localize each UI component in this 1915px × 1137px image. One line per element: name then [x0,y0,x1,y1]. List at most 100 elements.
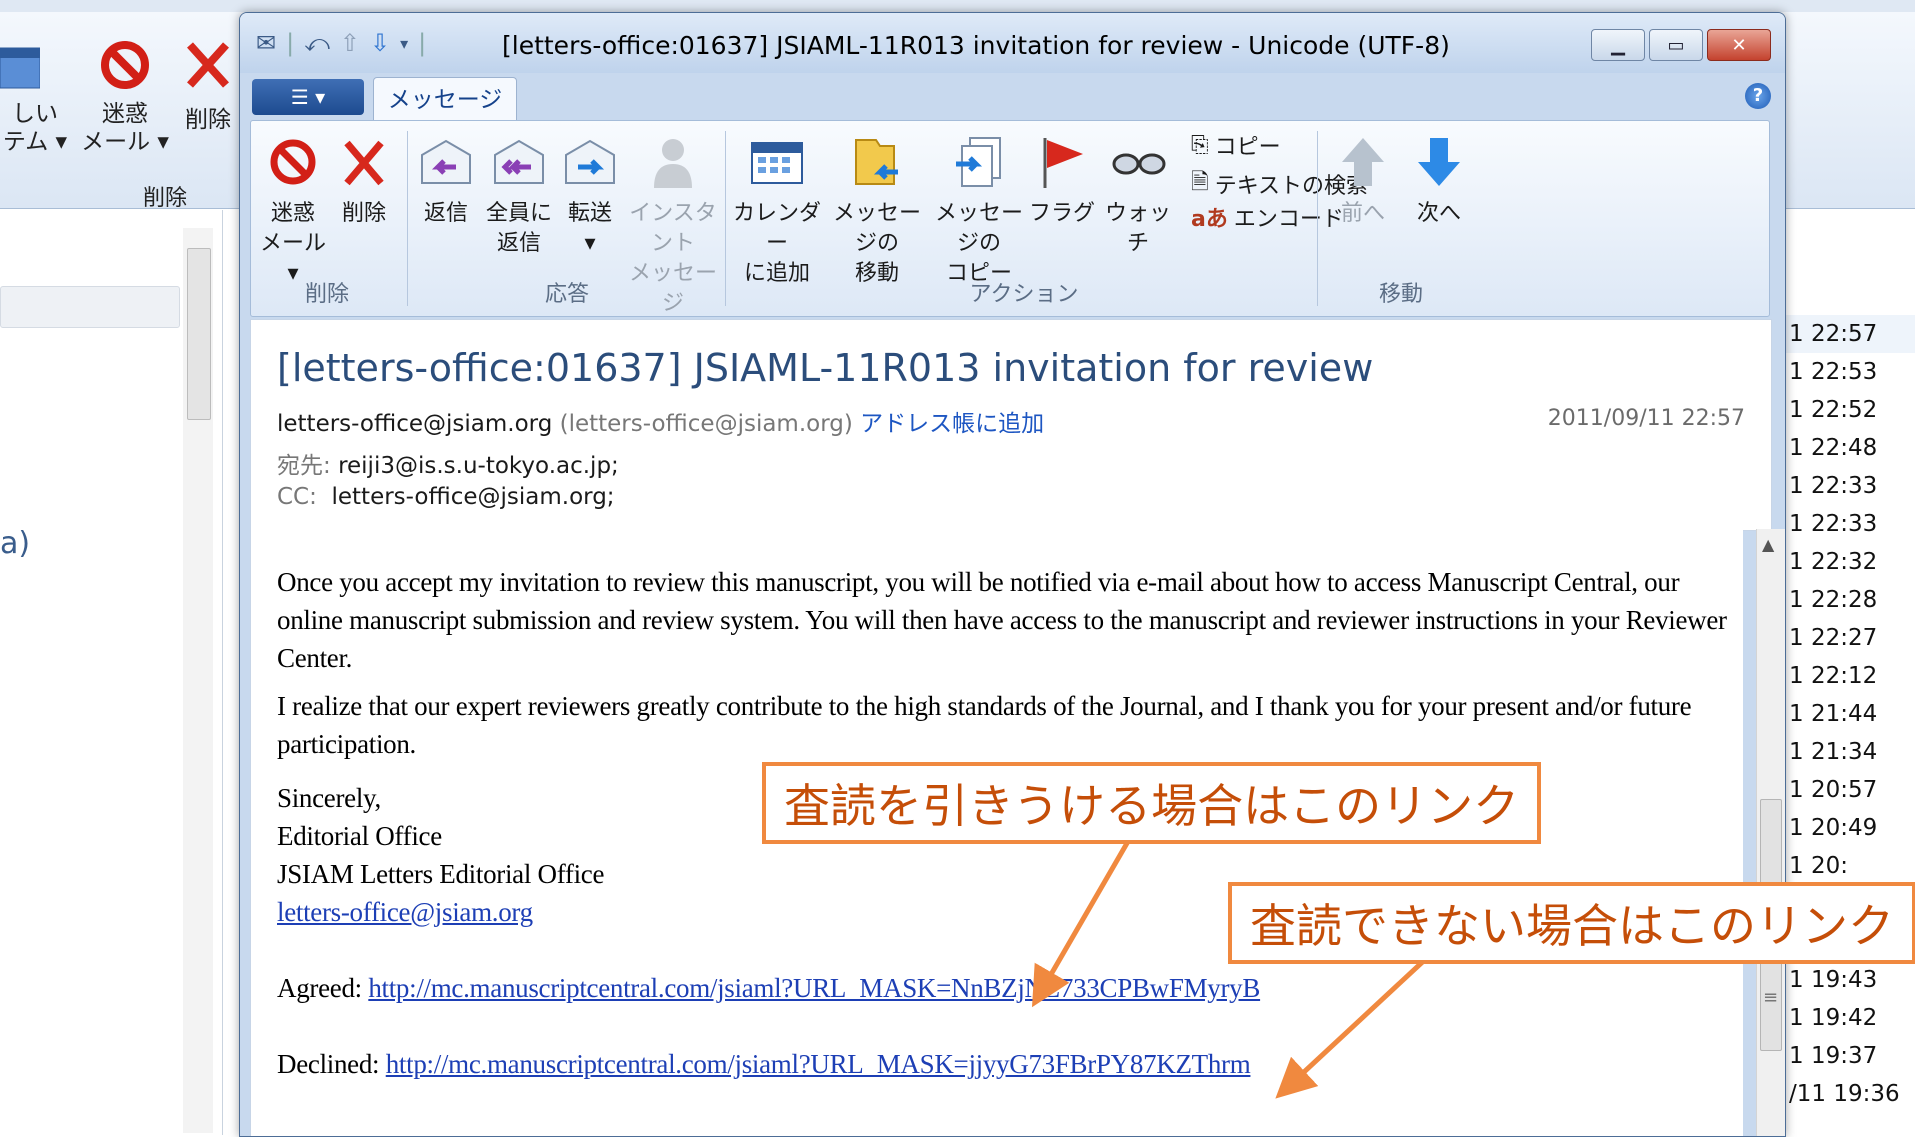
previous-button[interactable]: 前へ [1325,125,1401,229]
message-list-row[interactable]: 1 22:32 [1771,543,1915,581]
folder-pane-scrollbar[interactable] [183,228,213,1133]
calendar-icon [729,125,825,199]
to-label: 宛先: [277,453,331,479]
body-paragraph: I realize that our expert reviewers grea… [277,691,1692,759]
folder-search-box[interactable] [0,286,180,328]
signature-email-link[interactable]: letters-office@jsiam.org [277,897,533,927]
ribbon: 迷惑 メール ▾ 削除 削除 返信 全員に 返信 転送 ▾ インスタント メッセ… [250,120,1770,317]
copy-button[interactable]: ⎘ コピー [1191,129,1281,161]
app-menu-button[interactable]: ☰ ▾ [252,79,364,115]
glasses-icon [1095,125,1181,199]
body-paragraph: Once you accept my invitation to review … [277,567,1727,673]
message-list-row[interactable]: 1 22:28 [1771,581,1915,619]
message-list-row[interactable]: /11 19:36 [1771,1075,1915,1113]
message-list-row[interactable]: 1 22:27 [1771,619,1915,657]
folder-label-fragment: a) [0,526,31,561]
window-controls: ▁ ▭ ✕ [1591,29,1771,61]
agreed-label: Agreed: [277,973,362,1003]
close-button[interactable]: ✕ [1707,29,1771,61]
group-actions-label: アクション [969,282,1079,307]
ribbon-tabs: ☰ ▾ メッセージ ? [240,73,1785,122]
message-list-row[interactable]: 1 21:34 [1771,733,1915,771]
message-list-row[interactable]: 1 19:43 [1771,961,1915,999]
delete-x-icon [178,30,238,100]
up-arrow-icon [1325,125,1401,199]
envelope-icon: ✉ [256,29,277,57]
delete-x-icon [331,125,397,199]
person-icon [623,125,723,199]
message-list-row[interactable]: 1 20: [1771,847,1915,885]
group-delete: 迷惑 メール ▾ 削除 削除 [251,121,403,316]
main-junk-button[interactable]: 迷惑 メール ▾ [80,30,170,156]
reply-all-button[interactable]: 全員に 返信 [481,125,557,259]
declined-label: Declined: [277,1049,380,1079]
copy-icon: ⎘ [1191,132,1209,158]
quick-access-toolbar: ✉ | ⤺ ⇧ ⇩ ▾ | [256,29,427,57]
message-list-row[interactable]: 1 19:42 [1771,999,1915,1037]
message-list-row[interactable]: 1 20:49 [1771,809,1915,847]
cc-line: CC: letters-office@jsiam.org; [277,484,615,510]
sender-address: (letters-office@jsiam.org) [559,411,853,437]
down-arrow-icon[interactable]: ⇩ [370,29,390,57]
flag-button[interactable]: フラグ [1029,125,1095,229]
reply-all-icon [481,125,557,199]
reply-button[interactable]: 返信 [411,125,481,229]
reply-quick-icon[interactable]: ⤺ [304,29,330,57]
next-button[interactable]: 次へ [1401,125,1477,229]
scrollbar-thumb[interactable] [187,248,211,420]
message-list-row[interactable]: 1 20:57 [1771,771,1915,809]
main-delete-button[interactable]: 削除 [178,30,238,134]
tab-message[interactable]: メッセージ [373,77,517,122]
declined-link[interactable]: http://mc.manuscriptcentral.com/jsiaml?U… [386,1049,1251,1079]
message-list-times: 1 22:57 1 22:53 1 22:52 1 22:48 1 22:33 1 22:… [1770,315,1915,1135]
junk-button[interactable]: 迷惑 メール ▾ [255,125,331,289]
scroll-up-icon[interactable]: ▲ [1762,535,1774,554]
group-move-label: 移動 [1378,282,1423,307]
forward-icon [555,125,625,199]
message-list-row[interactable]: 1 22:57 [1771,315,1915,353]
customize-dropdown-icon[interactable]: ▾ [400,34,408,53]
watch-button[interactable]: ウォッチ [1095,125,1181,259]
delete-button[interactable]: 削除 [331,125,397,229]
cc-label: CC: [277,484,317,510]
agreed-link[interactable]: http://mc.manuscriptcentral.com/jsiaml?U… [368,973,1260,1003]
group-actions: カレンダー に追加 メッセージの 移動 メッセージの コピー フラグ ウォッチ … [729,121,1368,316]
body-scrollbar[interactable]: ▲ ≡ [1756,529,1785,1136]
group-delete-label: 削除 [304,282,349,307]
copy-message-button[interactable]: メッセージの コピー [927,125,1031,289]
window-title: [letters-office:01637] JSIAML-11R013 inv… [502,31,1450,60]
maximize-button[interactable]: ▭ [1649,29,1703,61]
junk-icon [255,125,331,199]
message-list-row[interactable]: 1 22:52 [1771,391,1915,429]
message-list-row[interactable]: 1 22:53 [1771,353,1915,391]
add-to-contacts-link[interactable]: アドレス帳に追加 [860,411,1044,437]
encode-icon: aあ [1191,207,1228,232]
message-header: [letters-office:01637] JSIAML-11R013 inv… [250,319,1772,531]
message-list-row[interactable]: 1 22:48 [1771,429,1915,467]
message-list-row[interactable]: 1 21:44 [1771,695,1915,733]
add-to-calendar-button[interactable]: カレンダー に追加 [729,125,825,289]
sender-name[interactable]: letters-office@jsiam.org [277,411,552,437]
group-move: 前へ 次へ 移動 [1321,121,1481,316]
decline-callout: 査読できない場合はこのリンク [1228,882,1915,964]
group-respond-label: 応答 [544,282,589,307]
reply-icon [411,125,481,199]
cc-recipient[interactable]: letters-office@jsiam.org; [332,484,615,510]
flag-icon [1029,125,1095,199]
help-icon[interactable]: ? [1745,83,1771,109]
message-subject: [letters-office:01637] JSIAML-11R013 inv… [277,346,1374,390]
message-list-row[interactable]: 1 22:33 [1771,467,1915,505]
scroll-grip-icon: ≡ [1763,987,1779,1008]
minimize-button[interactable]: ▁ [1591,29,1645,61]
new-items-button[interactable]: しい テム ▾ [0,30,70,156]
sender-line: letters-office@jsiam.org (letters-office… [277,404,1044,438]
message-list-row[interactable]: 1 22:33 [1771,505,1915,543]
message-list-row[interactable]: 1 22:12 [1771,657,1915,695]
title-bar[interactable]: ✉ | ⤺ ⇧ ⇩ ▾ | [letters-office:01637] JSI… [240,13,1785,73]
forward-button[interactable]: 転送 ▾ [555,125,625,259]
to-recipient[interactable]: reiji3@is.s.u-tokyo.ac.jp; [338,453,619,479]
accept-callout: 査読を引きうける場合はこのリンク [762,762,1542,844]
up-arrow-icon[interactable]: ⇧ [340,29,360,57]
move-message-button[interactable]: メッセージの 移動 [825,125,929,289]
message-list-row[interactable]: 1 19:37 [1771,1037,1915,1075]
